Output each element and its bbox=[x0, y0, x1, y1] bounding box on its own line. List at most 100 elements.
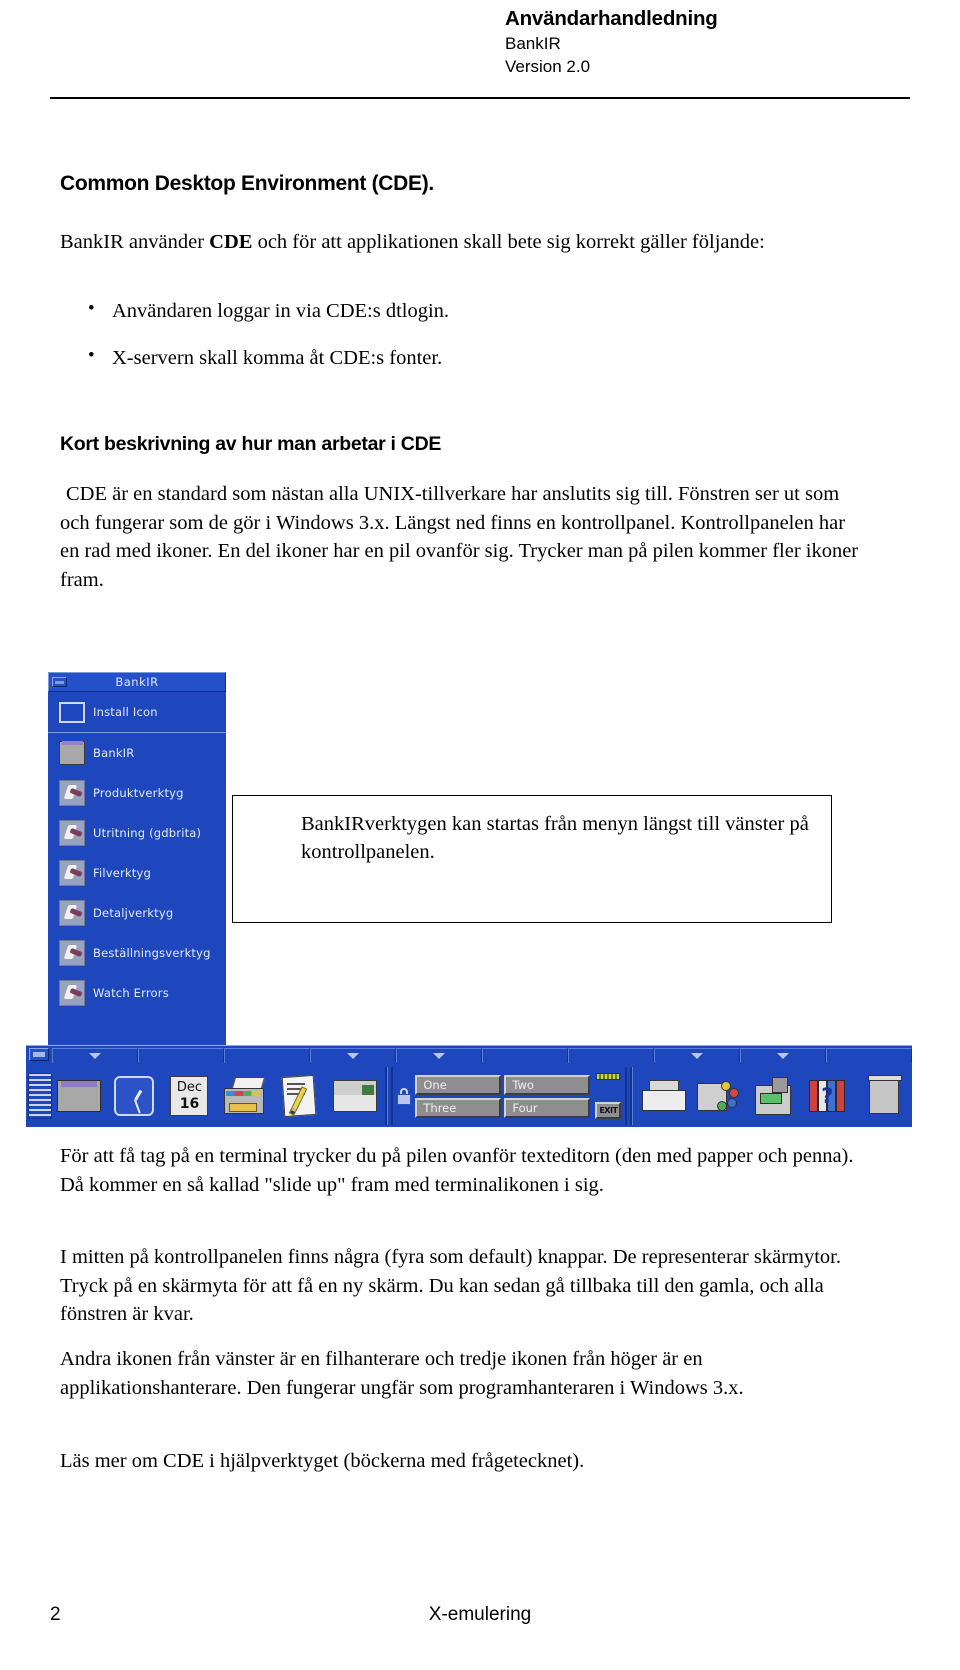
subpanel-arrow-9[interactable] bbox=[740, 1048, 826, 1063]
cde-bankir-menu-window[interactable]: BankIR Install Icon BankIR Produktverkty… bbox=[48, 672, 226, 1047]
busy-indicator-icon bbox=[596, 1073, 621, 1080]
panel-subpanel-arrow-row bbox=[52, 1048, 912, 1063]
lock-icon[interactable] bbox=[397, 1087, 412, 1105]
header-title: Användarhandledning bbox=[505, 7, 718, 30]
panel-button-clock[interactable] bbox=[107, 1068, 162, 1124]
section-subheading: Kort beskrivning av hur man arbetar i CD… bbox=[60, 433, 442, 455]
footer-label: X-emulering bbox=[428, 1604, 532, 1625]
intro-paragraph: BankIR använder CDE och för att applikat… bbox=[60, 228, 820, 257]
header-divider bbox=[50, 97, 910, 99]
cde-description-paragraph: CDE är en standard som nästan alla UNIX-… bbox=[60, 483, 859, 591]
subpanel-arrow-6[interactable] bbox=[482, 1048, 568, 1063]
menu-item-install-icon[interactable]: Install Icon bbox=[48, 692, 226, 732]
menu-item-bankir[interactable]: BankIR bbox=[48, 733, 226, 773]
workspace-switch: One Two Three Four EXIT bbox=[391, 1067, 628, 1125]
panel-button-trash[interactable] bbox=[857, 1068, 912, 1124]
workspace-right-controls: EXIT bbox=[595, 1073, 622, 1119]
menu-item-filverktyg[interactable]: Filverktyg bbox=[48, 853, 226, 893]
chevron-down-icon bbox=[691, 1053, 703, 1059]
intro-text-pre: BankIR använder bbox=[60, 231, 210, 253]
subpanel-arrow-2[interactable] bbox=[138, 1048, 224, 1063]
text-editor-icon bbox=[281, 1074, 319, 1118]
page-title: Common Desktop Environment (CDE). bbox=[60, 172, 434, 195]
panel-separator bbox=[630, 1067, 634, 1125]
menu-item-detaljverktyg[interactable]: Detaljverktyg bbox=[48, 893, 226, 933]
runner-icon bbox=[59, 900, 85, 926]
help-manager-icon: ? bbox=[807, 1078, 851, 1114]
panel-button-help-manager[interactable]: ? bbox=[802, 1068, 857, 1124]
panel-button-file-manager-folder[interactable] bbox=[52, 1068, 107, 1124]
front-panel-icon-row: Dec 16 One Two Three Four EXIT ? bbox=[26, 1064, 912, 1128]
workspace-button-three[interactable]: Three bbox=[415, 1097, 502, 1118]
menu-item-label: Install Icon bbox=[93, 705, 158, 719]
chevron-down-icon bbox=[347, 1053, 359, 1059]
calendar-month: Dec bbox=[176, 1080, 203, 1095]
menu-item-utritning[interactable]: Utritning (gdbrita) bbox=[48, 813, 226, 853]
menu-item-label: Beställningsverktyg bbox=[93, 946, 211, 960]
file-manager-icon bbox=[223, 1077, 266, 1115]
panel-button-text-editor[interactable] bbox=[272, 1068, 327, 1124]
document-header: Användarhandledning BankIR Version 2.0 bbox=[0, 0, 960, 78]
callout-box: BankIRverktygen kan startas från menyn l… bbox=[232, 795, 832, 923]
runner-icon bbox=[59, 860, 85, 886]
cde-front-panel-screenshot: Dec 16 One Two Three Four EXIT ? bbox=[26, 1045, 912, 1127]
list-item: Användaren loggar in via CDE:s dtlogin. bbox=[74, 295, 814, 325]
workspace-button-two[interactable]: Two bbox=[504, 1074, 591, 1095]
panel-button-file-manager[interactable] bbox=[217, 1068, 272, 1124]
menu-item-label: Detaljverktyg bbox=[93, 906, 174, 920]
folder-icon bbox=[59, 741, 85, 765]
panel-button-mailer[interactable] bbox=[327, 1068, 382, 1124]
style-manager-icon bbox=[697, 1079, 741, 1113]
panel-button-printer[interactable] bbox=[636, 1068, 691, 1124]
workspace-button-grid: One Two Three Four bbox=[415, 1074, 591, 1118]
subpanel-arrow-8[interactable] bbox=[654, 1048, 740, 1063]
menu-item-label: Watch Errors bbox=[93, 986, 169, 1000]
workspace-button-one[interactable]: One bbox=[415, 1074, 502, 1095]
menu-item-bestallningsverktyg[interactable]: Beställningsverktyg bbox=[48, 933, 226, 973]
runner-icon bbox=[59, 820, 85, 846]
subpanel-arrow-4[interactable] bbox=[310, 1048, 396, 1063]
subpanel-arrow-7[interactable] bbox=[568, 1048, 654, 1063]
chevron-down-icon bbox=[89, 1053, 101, 1059]
runner-icon bbox=[59, 980, 85, 1006]
menu-item-label: Utritning (gdbrita) bbox=[93, 826, 202, 840]
intro-text-post: och för att applikationen skall bete sig… bbox=[252, 231, 765, 253]
paragraph-terminal: För att få tag på en terminal trycker du… bbox=[60, 1145, 854, 1196]
calendar-day: 16 bbox=[179, 1096, 200, 1112]
file-manager-folder-icon bbox=[57, 1080, 102, 1112]
paragraph-managers: Andra ikonen från vänster är en filhante… bbox=[60, 1348, 744, 1399]
calendar-icon: Dec 16 bbox=[170, 1076, 209, 1116]
footer-divider bbox=[50, 1590, 910, 1591]
menu-item-label: Filverktyg bbox=[93, 866, 152, 880]
requirements-list: Användaren loggar in via CDE:s dtlogin. … bbox=[74, 295, 814, 391]
subpanel-arrow-1[interactable] bbox=[52, 1048, 138, 1063]
menu-item-watch-errors[interactable]: Watch Errors bbox=[48, 973, 226, 1013]
cde-menu-titlebar: BankIR bbox=[48, 672, 226, 692]
clock-icon bbox=[114, 1076, 155, 1116]
workspace-button-four[interactable]: Four bbox=[504, 1097, 591, 1118]
menu-item-produktverktyg[interactable]: Produktverktyg bbox=[48, 773, 226, 813]
install-icon bbox=[59, 701, 85, 723]
panel-button-style-manager[interactable] bbox=[691, 1068, 746, 1124]
menu-item-label: BankIR bbox=[93, 746, 135, 760]
chevron-down-icon bbox=[433, 1053, 445, 1059]
paragraph-workspaces: I mitten på kontrollpanelen finns några … bbox=[60, 1246, 841, 1325]
panel-minimize-icon[interactable] bbox=[29, 1048, 49, 1061]
subpanel-arrow-5[interactable] bbox=[396, 1048, 482, 1063]
panel-button-application-manager[interactable] bbox=[747, 1068, 802, 1124]
mailer-icon bbox=[332, 1080, 377, 1112]
subpanel-arrow-10[interactable] bbox=[826, 1048, 912, 1063]
panel-drag-handle[interactable] bbox=[28, 1073, 52, 1119]
header-product: BankIR bbox=[505, 34, 561, 53]
paragraph-help: Läs mer om CDE i hjälpverktyget (böckern… bbox=[60, 1450, 585, 1472]
panel-separator bbox=[385, 1067, 389, 1125]
runner-icon bbox=[59, 940, 85, 966]
exit-button[interactable]: EXIT bbox=[595, 1102, 622, 1119]
cde-menu-title-label: BankIR bbox=[115, 675, 159, 689]
panel-button-calendar[interactable]: Dec 16 bbox=[162, 1068, 217, 1124]
help-question-mark: ? bbox=[821, 1084, 834, 1108]
subpanel-arrow-3[interactable] bbox=[224, 1048, 310, 1063]
runner-icon bbox=[59, 780, 85, 806]
callout-text: BankIRverktygen kan startas från menyn l… bbox=[301, 813, 809, 863]
front-panel: Dec 16 One Two Three Four EXIT ? bbox=[26, 1045, 912, 1127]
